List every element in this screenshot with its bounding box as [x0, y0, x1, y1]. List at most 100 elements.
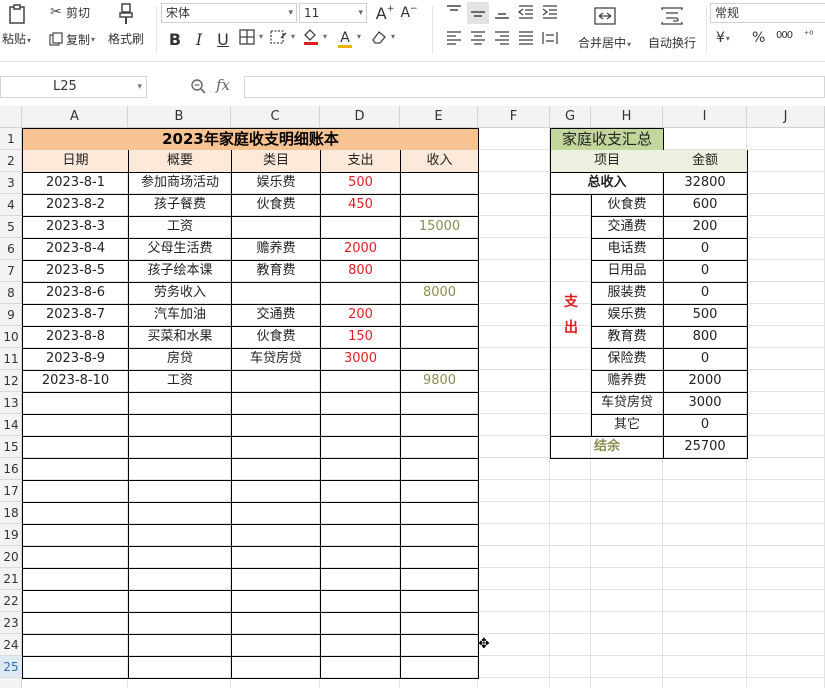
summary-item-name[interactable]: 交通费	[591, 216, 664, 239]
font-name-select[interactable]: 宋体 ▾	[161, 3, 297, 23]
ledger-expense-cell[interactable]: 150	[320, 326, 401, 349]
ledger-empty-cell[interactable]	[400, 568, 479, 591]
font-color-button[interactable]: A	[334, 28, 356, 50]
row-header-23[interactable]: 23	[0, 612, 22, 634]
ledger-expense-cell[interactable]	[320, 216, 401, 239]
row-header-9[interactable]: 9	[0, 304, 22, 326]
ledger-empty-cell[interactable]	[400, 612, 479, 635]
increase-indent-button[interactable]	[539, 2, 561, 24]
ledger-income-cell[interactable]	[400, 326, 479, 349]
ledger-category-cell[interactable]: 伙食费	[231, 194, 321, 217]
column-header-g[interactable]: G	[550, 106, 591, 128]
summary-item-name[interactable]: 服装费	[591, 282, 664, 305]
row-header-13[interactable]: 13	[0, 392, 22, 414]
ledger-category-cell[interactable]	[231, 282, 321, 305]
ledger-empty-cell[interactable]	[320, 656, 401, 679]
ledger-category-cell[interactable]: 赡养费	[231, 238, 321, 261]
ledger-empty-cell[interactable]	[22, 546, 129, 569]
row-header-17[interactable]: 17	[0, 480, 22, 502]
underline-button[interactable]: U	[212, 28, 234, 50]
ledger-empty-cell[interactable]	[320, 392, 401, 415]
row-header-6[interactable]: 6	[0, 238, 22, 260]
summary-header-item[interactable]: 项目	[550, 150, 664, 173]
ledger-empty-cell[interactable]	[231, 546, 321, 569]
merge-center-button[interactable]: 合并居中▾	[578, 4, 631, 51]
ledger-expense-cell[interactable]	[320, 370, 401, 393]
row-header-18[interactable]: 18	[0, 502, 22, 524]
summary-item-name[interactable]: 娱乐费	[591, 304, 664, 327]
summary-item-name[interactable]: 赡养费	[591, 370, 664, 393]
font-color-dropdown[interactable]: ▾	[356, 32, 361, 41]
justify-button[interactable]	[515, 28, 537, 50]
column-header-c[interactable]: C	[231, 106, 320, 128]
summary-item-amount[interactable]: 3000	[663, 392, 748, 415]
spending-label[interactable]: 支出	[550, 194, 592, 437]
column-header-a[interactable]: A	[22, 106, 128, 128]
ledger-date-cell[interactable]: 2023-8-10	[22, 370, 129, 393]
ledger-date-cell[interactable]: 2023-8-9	[22, 348, 129, 371]
ledger-empty-cell[interactable]	[22, 502, 129, 525]
column-header-b[interactable]: B	[128, 106, 231, 128]
ledger-empty-cell[interactable]	[128, 392, 232, 415]
ledger-summary-cell[interactable]: 父母生活费	[128, 238, 232, 261]
ledger-expense-cell[interactable]: 500	[320, 172, 401, 195]
ledger-summary-cell[interactable]: 房贷	[128, 348, 232, 371]
row-header-24[interactable]: 24	[0, 634, 22, 656]
ledger-expense-cell[interactable]: 3000	[320, 348, 401, 371]
ledger-empty-cell[interactable]	[400, 546, 479, 569]
ledger-header-cell[interactable]: 类目	[231, 150, 321, 173]
ledger-date-cell[interactable]: 2023-8-6	[22, 282, 129, 305]
ledger-empty-cell[interactable]	[231, 568, 321, 591]
ledger-empty-cell[interactable]	[22, 392, 129, 415]
number-format-select[interactable]: 常规	[710, 3, 825, 23]
ledger-date-cell[interactable]: 2023-8-1	[22, 172, 129, 195]
function-icon[interactable]: fx	[216, 76, 230, 94]
ledger-category-cell[interactable]	[231, 370, 321, 393]
row-header-12[interactable]: 12	[0, 370, 22, 392]
ledger-income-cell[interactable]	[400, 304, 479, 327]
ledger-empty-cell[interactable]	[320, 414, 401, 437]
ledger-empty-cell[interactable]	[400, 656, 479, 679]
ledger-category-cell[interactable]	[231, 216, 321, 239]
ledger-expense-cell[interactable]	[320, 282, 401, 305]
row-header-8[interactable]: 8	[0, 282, 22, 304]
ledger-empty-cell[interactable]	[231, 392, 321, 415]
column-header-h[interactable]: H	[591, 106, 663, 128]
ledger-empty-cell[interactable]	[128, 524, 232, 547]
ledger-date-cell[interactable]: 2023-8-3	[22, 216, 129, 239]
summary-item-amount[interactable]: 0	[663, 414, 748, 437]
ledger-income-cell[interactable]	[400, 260, 479, 283]
row-header-14[interactable]: 14	[0, 414, 22, 436]
row-header-19[interactable]: 19	[0, 524, 22, 546]
ledger-summary-cell[interactable]: 买菜和水果	[128, 326, 232, 349]
ledger-empty-cell[interactable]	[22, 524, 129, 547]
ledger-empty-cell[interactable]	[128, 656, 232, 679]
cell-area[interactable]: 2023年家庭收支明细账本 日期 概要 类目 支出 收入 2023-8-1 参加商场活动 娱乐费…	[22, 128, 825, 688]
ledger-header-cell[interactable]: 日期	[22, 150, 129, 173]
ledger-empty-cell[interactable]	[400, 634, 479, 657]
ledger-date-cell[interactable]: 2023-8-8	[22, 326, 129, 349]
grow-font-button[interactable]: A +	[374, 2, 396, 24]
balance-label[interactable]: 结余	[550, 436, 664, 459]
ledger-empty-cell[interactable]	[231, 524, 321, 547]
ledger-empty-cell[interactable]	[231, 458, 321, 481]
row-header-5[interactable]: 5	[0, 216, 22, 238]
ledger-empty-cell[interactable]	[320, 458, 401, 481]
ledger-income-cell[interactable]: 15000	[400, 216, 479, 239]
ledger-empty-cell[interactable]	[22, 590, 129, 613]
ledger-income-cell[interactable]	[400, 172, 479, 195]
ledger-empty-cell[interactable]	[128, 568, 232, 591]
ledger-empty-cell[interactable]	[128, 458, 232, 481]
ledger-empty-cell[interactable]	[320, 502, 401, 525]
ledger-empty-cell[interactable]	[400, 524, 479, 547]
ledger-empty-cell[interactable]	[22, 656, 129, 679]
ledger-expense-cell[interactable]: 2000	[320, 238, 401, 261]
ledger-empty-cell[interactable]	[231, 612, 321, 635]
summary-item-name[interactable]: 日用品	[591, 260, 664, 283]
ledger-category-cell[interactable]: 伙食费	[231, 326, 321, 349]
row-header-11[interactable]: 11	[0, 348, 22, 370]
row-header-7[interactable]: 7	[0, 260, 22, 282]
ledger-empty-cell[interactable]	[22, 634, 129, 657]
border-dropdown[interactable]: ▾	[258, 32, 263, 41]
row-header-22[interactable]: 22	[0, 590, 22, 612]
